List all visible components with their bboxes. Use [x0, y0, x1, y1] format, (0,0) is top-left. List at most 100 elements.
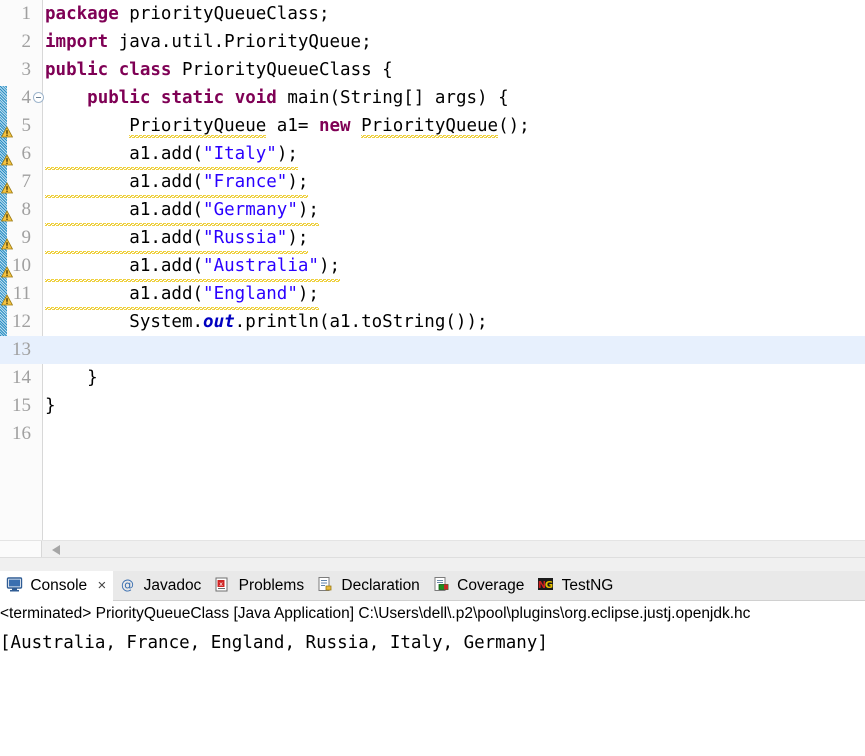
token-keyword: static — [160, 88, 225, 108]
code-line[interactable]: 10 a1.add("Australia"); — [0, 252, 865, 282]
line-content: import java.util.PriorityQueue; — [45, 28, 372, 56]
line-number: 16 — [12, 423, 31, 444]
token-keyword: import — [45, 32, 109, 52]
line-number: 12 — [12, 311, 31, 332]
token-text: ); — [297, 284, 319, 304]
token-string: "Australia" — [203, 256, 319, 276]
code-line[interactable]: 11 a1.add("England"); — [0, 280, 865, 310]
token-text: ); — [287, 228, 309, 248]
code-line[interactable]: 4 public static void main(String[] args)… — [0, 84, 865, 112]
warning-icon[interactable] — [0, 120, 14, 138]
code-line[interactable]: 16 — [0, 420, 865, 448]
token-static-field: out — [203, 312, 235, 332]
scrollbar-corner — [0, 541, 42, 558]
tab-label: Problems — [238, 577, 305, 594]
warning-icon[interactable] — [0, 232, 14, 250]
token-text: main(String[] args) { — [276, 88, 509, 108]
line-content: a1.add("Russia"); — [45, 224, 309, 254]
warning-icon[interactable] — [0, 204, 14, 222]
javadoc-at-icon: @ — [119, 574, 136, 593]
tab-coverage[interactable]: Coverage — [427, 571, 532, 601]
tab-label: Console — [30, 577, 88, 594]
code-line[interactable]: 9 a1.add("Russia"); — [0, 224, 865, 254]
code-line[interactable]: 6 a1.add("Italy"); — [0, 140, 865, 170]
tab-declaration[interactable]: Declaration — [311, 571, 427, 601]
token-text: a1.add( — [45, 144, 204, 164]
svg-text:G: G — [545, 580, 553, 591]
triangle-left-icon[interactable] — [52, 545, 60, 555]
token-text: .println(a1.toString()); — [234, 312, 488, 332]
line-content: a1.add("Germany"); — [45, 196, 319, 226]
problems-error-icon: x — [214, 574, 231, 592]
console-view: Console × @ Javadoc x Problems Declarati… — [0, 571, 865, 756]
line-content: a1.add("Italy"); — [45, 140, 298, 170]
editor-horizontal-scrollbar[interactable] — [0, 540, 865, 558]
token-string: "England" — [203, 284, 298, 304]
token-keyword: new — [318, 116, 351, 136]
token-text: PriorityQueueClass { — [171, 60, 393, 80]
console-output-area[interactable]: <terminated> PriorityQueueClass [Java Ap… — [0, 601, 865, 756]
code-line-current[interactable]: 13 — [0, 336, 865, 364]
token-string: "Russia" — [203, 228, 288, 248]
token-text: ); — [318, 256, 341, 276]
line-number: 3 — [21, 59, 32, 80]
tab-label: Javadoc — [143, 577, 202, 594]
line-content: package priorityQueueClass; — [45, 0, 329, 28]
console-launch-info: <terminated> PriorityQueueClass [Java Ap… — [0, 605, 751, 622]
tab-label: Coverage — [457, 577, 525, 594]
tab-console[interactable]: Console × — [0, 571, 114, 601]
warning-icon[interactable] — [0, 260, 14, 278]
line-number: 14 — [12, 367, 31, 388]
line-number: 15 — [12, 395, 31, 416]
tab-label: Declaration — [341, 577, 420, 594]
code-line[interactable]: 15 } — [0, 392, 865, 420]
fold-collapse-icon[interactable] — [33, 92, 44, 103]
tab-javadoc[interactable]: @ Javadoc — [113, 571, 208, 601]
token-string: "France" — [203, 172, 288, 192]
code-line[interactable]: 3 public class PriorityQueueClass { — [0, 56, 865, 84]
console-output-line: [Australia, France, England, Russia, Ita… — [0, 633, 548, 653]
token-keyword: void — [234, 88, 277, 108]
code-line[interactable]: 12 System.out.println(a1.toString()); — [0, 308, 865, 336]
code-line[interactable]: 2 import java.util.PriorityQueue; — [0, 28, 865, 56]
token-text: ); — [297, 200, 319, 220]
code-line[interactable]: 1 package priorityQueueClass; — [0, 0, 865, 28]
code-line[interactable]: 5 PriorityQueue a1= new PriorityQueue(); — [0, 112, 865, 140]
code-line[interactable]: 14 } — [0, 364, 865, 392]
warning-icon[interactable] — [0, 176, 14, 194]
close-icon[interactable]: × — [98, 571, 107, 601]
declaration-doc-icon — [317, 574, 334, 592]
tab-label: TestNG — [561, 577, 614, 594]
view-tab-bar[interactable]: Console × @ Javadoc x Problems Declarati… — [0, 571, 865, 601]
warning-icon[interactable] — [0, 288, 14, 306]
line-number: 2 — [21, 31, 32, 52]
token-string: "Italy" — [203, 144, 277, 164]
tab-testng[interactable]: NG TestNG — [531, 571, 620, 601]
line-content: a1.add("France"); — [45, 168, 309, 198]
code-line[interactable]: 8 a1.add("Germany"); — [0, 196, 865, 226]
code-line[interactable]: 7 a1.add("France"); — [0, 168, 865, 198]
token-text: ); — [287, 172, 309, 192]
token-text: (); — [498, 116, 530, 136]
token-keyword: class — [118, 60, 172, 80]
tab-problems[interactable]: x Problems — [208, 571, 311, 601]
token-text: priorityQueueClass; — [118, 4, 330, 24]
token-text: a1.add( — [45, 256, 204, 276]
line-content: public static void main(String[] args) { — [45, 84, 509, 112]
token-text: a1.add( — [45, 200, 204, 220]
line-content: a1.add("England"); — [45, 280, 319, 310]
token-type-raw: PriorityQueue — [361, 116, 499, 138]
line-content: public class PriorityQueueClass { — [45, 56, 393, 84]
token-keyword: public — [45, 60, 109, 80]
warning-icon[interactable] — [0, 148, 14, 166]
line-number: 13 — [12, 339, 31, 360]
token-text: java.util.PriorityQueue; — [108, 32, 372, 52]
code-editor[interactable]: 1 package priorityQueueClass; 2 import j… — [0, 0, 865, 540]
svg-text:@: @ — [121, 578, 134, 593]
line-content: } — [45, 396, 56, 416]
